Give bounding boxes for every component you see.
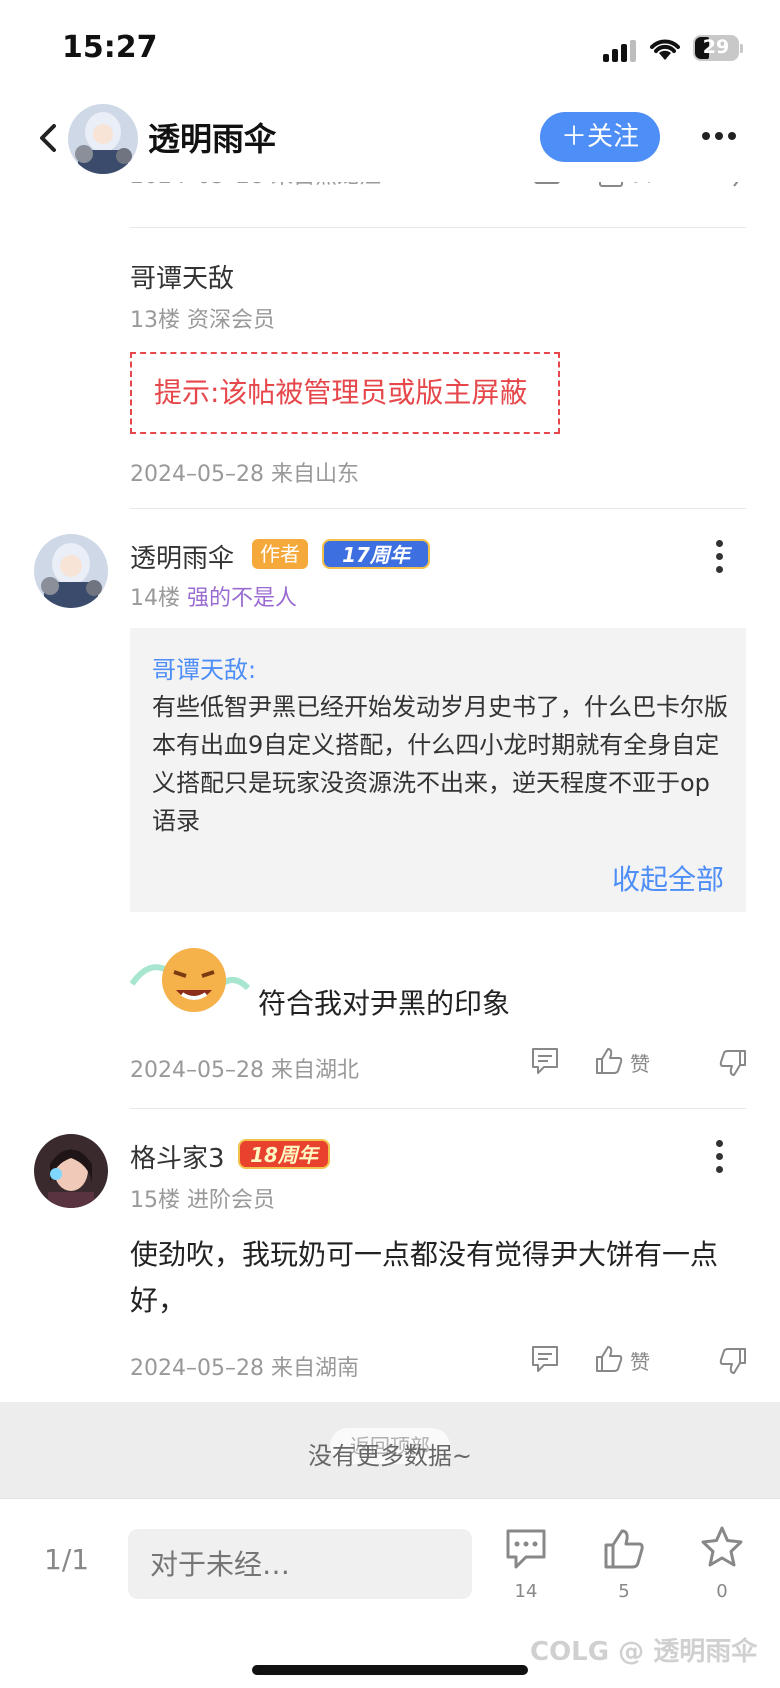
post-content: 符合我对尹黑的印象 xyxy=(258,987,511,1020)
author-badge: 作者 xyxy=(252,539,308,569)
avatar[interactable] xyxy=(68,104,138,174)
like-icon[interactable] xyxy=(602,1527,646,1571)
floor-number: 13楼 xyxy=(130,308,180,333)
floor-number: 15楼 xyxy=(130,1188,180,1213)
divider xyxy=(130,508,746,509)
post-meta: 13楼 资深会员 xyxy=(130,302,275,334)
comment-icon[interactable] xyxy=(530,1344,560,1374)
status-bar: 15:27 29 xyxy=(0,0,780,96)
user-title: 强的不是人 xyxy=(187,586,298,611)
home-indicator xyxy=(252,1665,528,1675)
post-username[interactable]: 哥谭天敌 xyxy=(130,258,234,295)
status-time: 15:27 xyxy=(62,30,158,65)
thread-header: 透明雨伞 ＋关注 xyxy=(0,96,780,182)
post-date: 2024–05–28 来自山东 xyxy=(130,462,359,487)
collapse-link[interactable]: 收起全部 xyxy=(612,858,724,898)
post-meta: 15楼 进阶会员 xyxy=(130,1182,275,1214)
like-icon[interactable] xyxy=(594,1344,624,1374)
signal-icon xyxy=(603,40,637,62)
post-username[interactable]: 格斗家3 xyxy=(130,1138,225,1175)
blocked-notice: 提示:该帖被管理员或版主屏蔽 xyxy=(130,352,560,434)
like-label: 赞 xyxy=(630,1052,650,1076)
comment-icon[interactable] xyxy=(530,1046,560,1076)
post-date: 2024–05–28 来自湖南 xyxy=(130,1356,359,1381)
quoted-post: 哥谭天敌: 有些低智尹黑已经开始发动岁月史书了，什么巴卡尔版本有出血9自定义搭配… xyxy=(130,628,746,912)
post-more-icon[interactable] xyxy=(716,540,724,574)
dislike-icon[interactable] xyxy=(718,1346,748,1376)
back-icon[interactable] xyxy=(36,122,62,154)
bottom-toolbar: 1/1 14 5 0 COLG @ 透明雨伞 xyxy=(0,1498,780,1688)
member-level: 资深会员 xyxy=(187,308,276,333)
wifi-icon xyxy=(650,39,680,60)
anniversary-badge: 18周年 xyxy=(238,1139,330,1169)
post-actions: 赞 xyxy=(530,1344,746,1378)
follow-button[interactable]: ＋关注 xyxy=(540,112,660,162)
post-content: 使劲吹，我玩奶可一点都没有觉得尹大饼有一点好， xyxy=(130,1238,719,1317)
quote-text: 有些低智尹黑已经开始发动岁月史书了，什么巴卡尔版本有出血9自定义搭配，什么四小龙… xyxy=(152,693,728,835)
post-actions: 赞 xyxy=(530,1046,746,1080)
anniversary-badge: 17周年 xyxy=(322,539,430,569)
divider xyxy=(130,227,746,228)
likes-count: 5 xyxy=(618,1581,630,1602)
comments-icon[interactable] xyxy=(504,1527,548,1571)
member-level: 进阶会员 xyxy=(187,1188,276,1213)
laughing-emoji-icon xyxy=(130,948,250,1012)
more-icon[interactable] xyxy=(702,132,736,142)
dislike-icon[interactable] xyxy=(718,1048,748,1078)
floor-number: 14楼 xyxy=(130,586,180,611)
post-username[interactable]: 透明雨伞 xyxy=(130,538,234,575)
favorites-count: 0 xyxy=(716,1581,728,1602)
watermark: COLG @ 透明雨伞 xyxy=(530,1637,758,1667)
post-meta: 14楼 强的不是人 xyxy=(130,580,297,612)
no-more-text: 没有更多数据~ xyxy=(307,1442,473,1470)
avatar[interactable] xyxy=(34,1134,108,1208)
battery-icon: 29 xyxy=(693,35,739,61)
list-end: 返回顶部 没有更多数据~ xyxy=(0,1402,780,1498)
page-title: 透明雨伞 xyxy=(148,120,277,158)
quote-author[interactable]: 哥谭天敌: xyxy=(152,650,256,685)
like-label: 赞 xyxy=(630,1350,650,1374)
comments-count: 14 xyxy=(514,1581,538,1602)
post-date: 2024–05–28 来自湖北 xyxy=(130,1058,359,1083)
page-indicator[interactable]: 1/1 xyxy=(44,1543,89,1576)
battery-level: 29 xyxy=(702,36,730,58)
like-icon[interactable] xyxy=(594,1046,624,1076)
avatar[interactable] xyxy=(34,534,108,608)
post-more-icon[interactable] xyxy=(716,1140,724,1174)
divider xyxy=(130,1108,746,1109)
star-icon[interactable] xyxy=(700,1525,744,1569)
comment-input[interactable] xyxy=(128,1529,472,1599)
